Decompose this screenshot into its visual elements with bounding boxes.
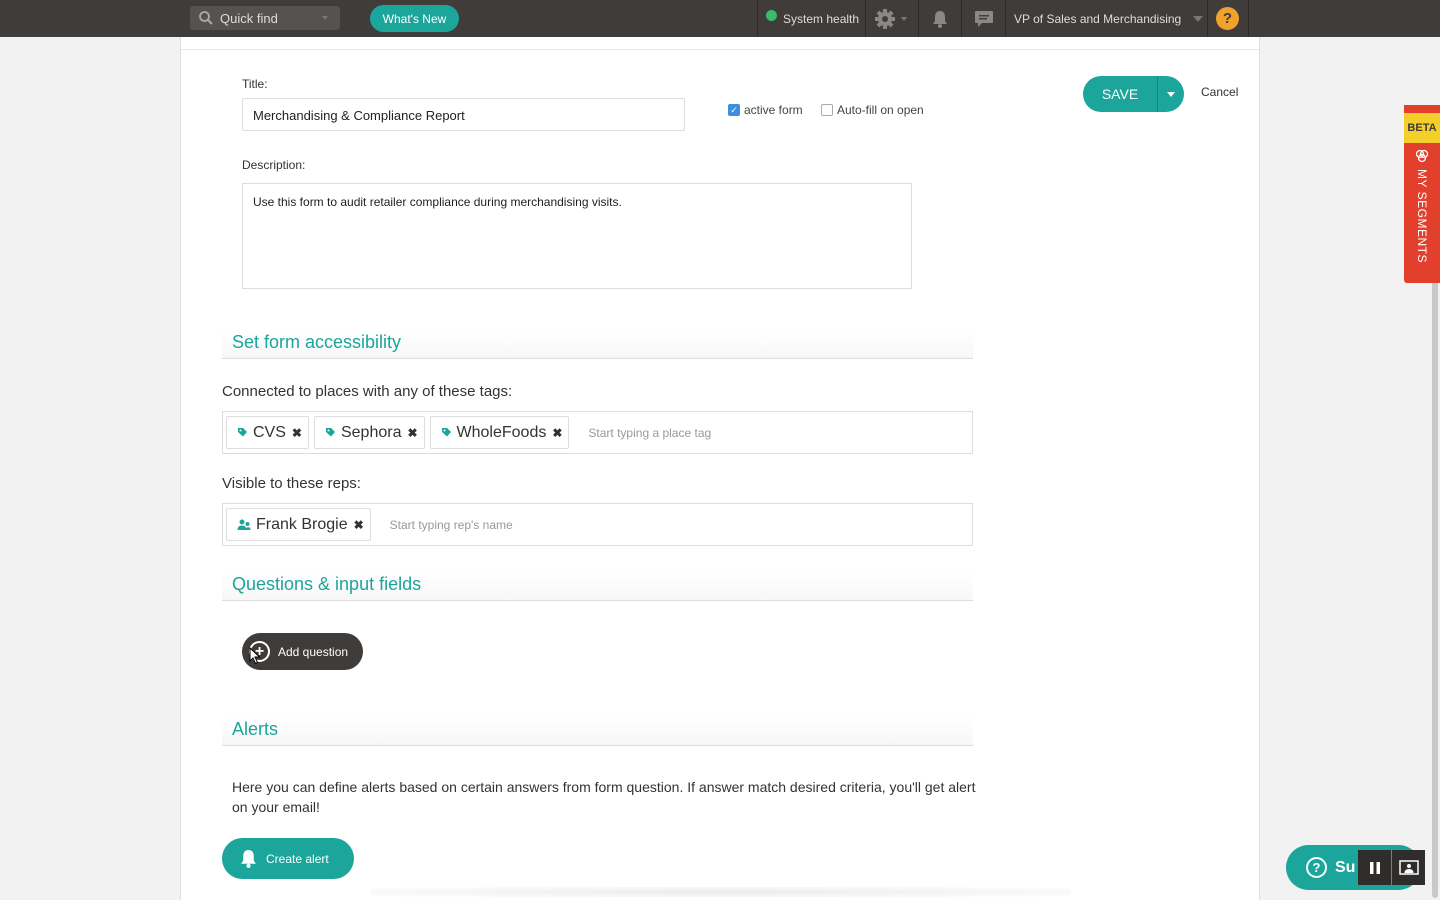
tag-chip-wholefoods: WholeFoods ✖ xyxy=(429,416,570,449)
tag-chip-label: CVS xyxy=(253,423,286,441)
section-title: Questions & input fields xyxy=(232,574,422,594)
add-question-label: Add question xyxy=(278,644,349,659)
title-label: Title: xyxy=(242,77,268,91)
search-icon xyxy=(199,11,213,25)
system-health-label: System health xyxy=(783,11,860,26)
role-menu[interactable]: VP of Sales and Merchandising xyxy=(1006,0,1204,37)
tag-icon xyxy=(325,428,335,437)
pause-button[interactable] xyxy=(1358,850,1391,885)
tag-chip-sephora: Sephora ✖ xyxy=(313,416,425,449)
section-title: Set form accessibility xyxy=(232,332,402,352)
chat-icon xyxy=(974,10,993,27)
rep-chip-frank-brogie: Frank Brogie ✖ xyxy=(226,508,371,541)
tag-chip-cvs: CVS ✖ xyxy=(226,416,309,449)
bell-icon xyxy=(933,10,947,28)
save-button[interactable]: SAVE xyxy=(1083,86,1157,102)
checkbox-checked-icon: ✓ xyxy=(728,104,740,116)
remove-tag-icon[interactable]: ✖ xyxy=(552,426,562,440)
bell-icon xyxy=(241,850,256,868)
segments-icon xyxy=(1415,149,1429,163)
my-segments-label: MY SEGMENTS xyxy=(1415,149,1429,263)
support-label: Su xyxy=(1335,858,1356,876)
settings-menu[interactable] xyxy=(866,0,918,37)
pause-icon xyxy=(1369,861,1380,874)
picture-in-picture-button[interactable] xyxy=(1392,850,1425,885)
my-segments-text: MY SEGMENTS xyxy=(1415,169,1429,263)
chevron-down-icon xyxy=(1167,91,1175,97)
active-form-checkbox[interactable]: ✓ active form xyxy=(728,103,803,117)
picture-in-picture-icon xyxy=(1398,860,1419,875)
users-icon xyxy=(237,519,251,530)
quick-find-caret-icon xyxy=(322,16,328,20)
messages-button[interactable] xyxy=(962,0,1005,37)
place-tags-label: Connected to places with any of these ta… xyxy=(222,383,513,400)
mouse-pointer-icon xyxy=(249,647,261,665)
chevron-down-icon xyxy=(1193,15,1204,22)
reps-field[interactable]: Frank Brogie ✖ Start typing rep's name xyxy=(222,503,973,546)
gear-icon xyxy=(875,8,907,29)
section-heading-accessibility: Set form accessibility xyxy=(222,330,973,359)
help-button[interactable]: ? xyxy=(1216,7,1239,30)
tag-chip-label: WholeFoods xyxy=(456,423,547,441)
cancel-link[interactable]: Cancel xyxy=(1201,85,1238,99)
beta-tab-top xyxy=(1404,105,1440,113)
autofill-checkbox[interactable]: Auto-fill on open xyxy=(821,103,924,117)
rep-chip-label: Frank Brogie xyxy=(256,515,348,533)
section-heading-questions: Questions & input fields xyxy=(222,572,973,601)
divider xyxy=(1248,0,1249,37)
remove-tag-icon[interactable]: ✖ xyxy=(407,426,417,440)
beta-badge: BETA xyxy=(1404,113,1440,143)
checkbox-unchecked-icon xyxy=(821,104,833,116)
tag-icon xyxy=(441,428,451,437)
title-input[interactable]: Merchandising & Compliance Report xyxy=(242,98,685,131)
autofill-label: Auto-fill on open xyxy=(837,103,924,117)
save-options-button[interactable] xyxy=(1158,91,1184,97)
status-dot-icon xyxy=(766,10,777,21)
whats-new-button[interactable]: What's New xyxy=(370,5,459,32)
rep-name-input[interactable]: Start typing rep's name xyxy=(390,518,513,532)
notifications-button[interactable] xyxy=(919,0,961,37)
create-alert-label: Create alert xyxy=(266,851,329,866)
place-tags-field[interactable]: CVS ✖ Sephora ✖ WholeFoods ✖ Start typin… xyxy=(222,411,973,454)
my-segments-tab[interactable]: BETA MY SEGMENTS xyxy=(1404,105,1440,283)
system-health-link[interactable]: System health xyxy=(758,0,859,37)
form-editor-card: Title: Merchandising & Compliance Report… xyxy=(180,37,1260,900)
divider xyxy=(1207,0,1208,37)
question-icon: ? xyxy=(1306,857,1327,878)
place-tag-input[interactable]: Start typing a place tag xyxy=(588,426,711,440)
footer-shadow xyxy=(371,887,1071,897)
tag-chip-label: Sephora xyxy=(340,423,402,441)
remove-tag-icon[interactable]: ✖ xyxy=(292,426,302,440)
create-alert-button[interactable]: Create alert xyxy=(222,838,354,879)
role-label: VP of Sales and Merchandising xyxy=(1014,11,1182,26)
remove-rep-icon[interactable]: ✖ xyxy=(354,518,364,532)
reps-label: Visible to these reps: xyxy=(222,475,361,492)
description-textarea[interactable]: Use this form to audit retailer complian… xyxy=(242,183,912,289)
active-form-label: active form xyxy=(744,103,803,117)
divider xyxy=(181,49,1259,50)
section-title: Alerts xyxy=(232,719,279,739)
section-heading-alerts: Alerts xyxy=(222,717,973,746)
description-label: Description: xyxy=(242,158,306,172)
top-navigation-bar: Quick find What's New System health VP o… xyxy=(0,0,1440,37)
quick-find-label: Quick find xyxy=(220,10,278,26)
alerts-description: Here you can define alerts based on cert… xyxy=(232,779,976,815)
quick-find-search[interactable]: Quick find xyxy=(190,6,340,30)
tag-icon xyxy=(238,428,247,437)
save-button-group: SAVE xyxy=(1083,76,1184,112)
